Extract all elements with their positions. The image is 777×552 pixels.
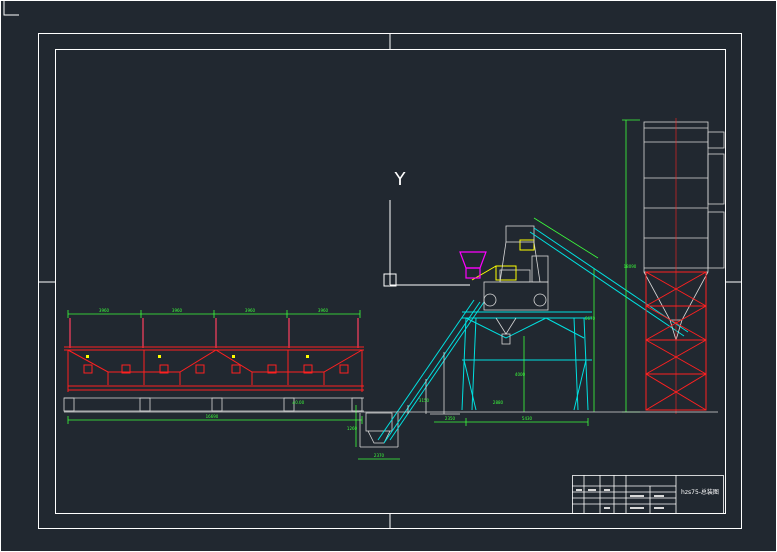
- bin-sensors: [86, 355, 309, 358]
- discharge-height-label: 4000: [515, 372, 526, 377]
- cad-drawing-canvas: Y 3960 3960 3960 3960 16690 ±0.00 1260 2…: [0, 0, 777, 552]
- bins-dim-3: 3960: [245, 308, 256, 313]
- viewport-border: [0, 0, 777, 552]
- bins-top-dimension: [67, 310, 361, 318]
- bin-body: [64, 346, 364, 392]
- top-left-corner-mark: [3, 0, 19, 16]
- mixer-base-label: 2350: [445, 416, 456, 421]
- mixer-platform-frame: [461, 311, 592, 411]
- belt-base-label: 2370: [374, 453, 385, 458]
- drawing-title: hzs75-总装图: [681, 488, 719, 496]
- bins-overall-length: 16690: [206, 414, 219, 419]
- belt-height-label: 3150: [419, 398, 430, 403]
- pit-depth-label: 1260: [347, 426, 358, 431]
- bin-base-frame: [63, 397, 364, 412]
- mixer-span-label: 5430: [522, 416, 533, 421]
- discharge-hopper: [495, 317, 517, 345]
- bins-dim-2: 3960: [172, 308, 183, 313]
- bins-dim-4: 3960: [318, 308, 329, 313]
- inclined-belt-conveyor: [377, 299, 485, 444]
- aggregate-bins: 3960 3960 3960 3960 16690 ±0.00: [63, 308, 364, 424]
- platform-height-label: 6670: [585, 316, 596, 321]
- silo-height-label: 18090: [624, 264, 637, 269]
- ucs-axis-icon: [383, 200, 470, 287]
- mixer-body: [483, 255, 549, 311]
- title-block: hzs75-总装图: [572, 475, 724, 514]
- belt-supports: [407, 352, 460, 415]
- bin-posts: [69, 318, 359, 348]
- hopper-level-label: 2880: [493, 400, 504, 405]
- silo-body: [643, 121, 725, 341]
- cement-silo: 18090: [529, 118, 725, 414]
- ground-mark: ±0.00: [292, 400, 305, 405]
- bins-dim-1: 3960: [99, 308, 110, 313]
- ucs-y-label: Y: [394, 169, 407, 190]
